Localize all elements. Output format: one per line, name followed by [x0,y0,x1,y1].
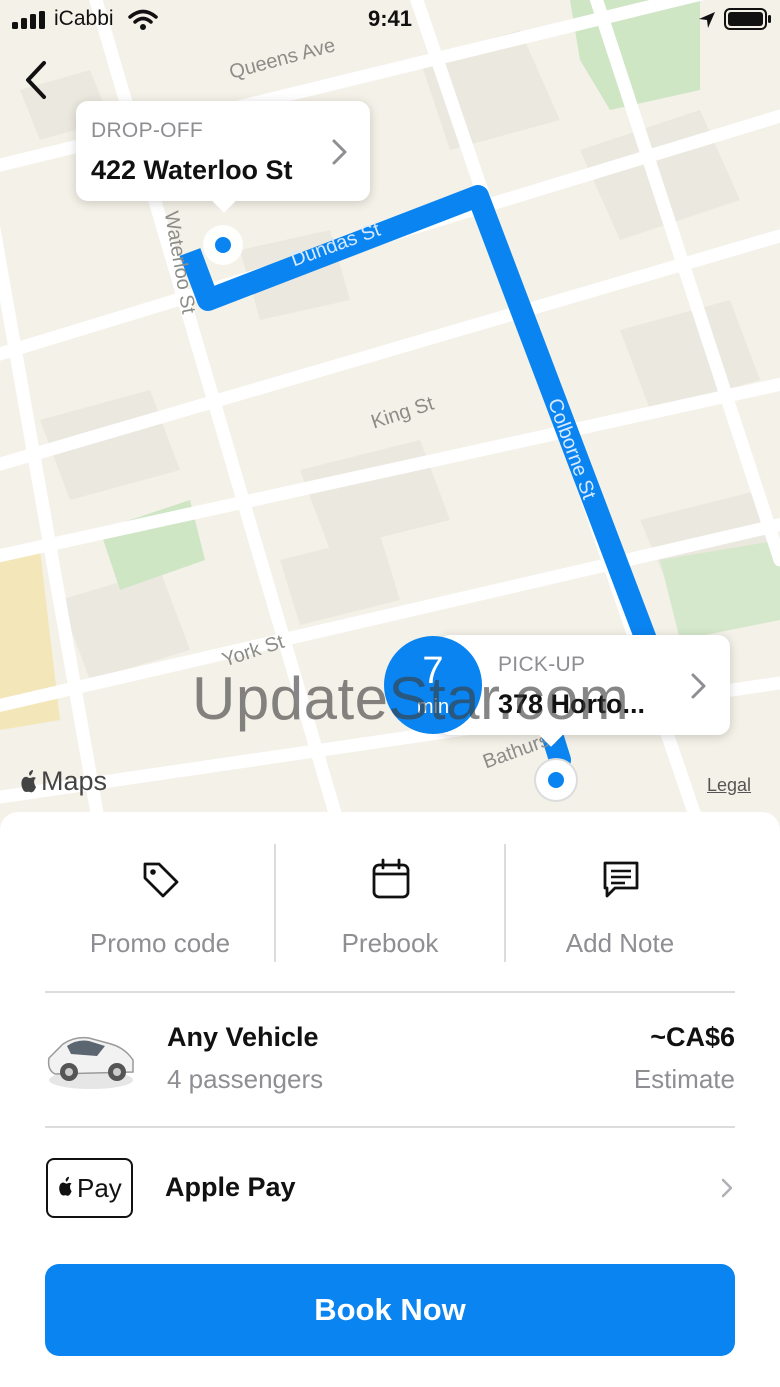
dropoff-title: DROP-OFF [91,119,204,142]
fare-price: ~CA$6 [650,1022,735,1052]
book-now-button[interactable]: Book Now [45,1264,735,1356]
chevron-right-icon [691,673,706,699]
map-view[interactable]: Queens Ave Dundas St King St Colborne St… [0,0,780,830]
car-icon [47,1036,134,1089]
divider [274,844,276,962]
vehicle-name: Any Vehicle [167,1022,319,1052]
dropoff-address: 422 Waterloo St [91,155,293,185]
apple-pay-badge: Pay [46,1158,133,1218]
watermark: UpdateStar.com [192,665,630,732]
payment-method-name: Apple Pay [165,1172,296,1202]
back-button[interactable] [18,58,58,102]
location-arrow-icon [699,12,715,28]
action-bar: Promo code Prebook Add Note [45,842,735,962]
apple-logo-icon [21,770,36,793]
apple-pay-badge-text: Pay [77,1173,122,1203]
vehicle-capacity: 4 passengers [167,1064,324,1094]
payment-method-row[interactable]: Pay Apple Pay [45,1142,735,1237]
promo-code-button[interactable]: Promo code [45,842,275,962]
prebook-button[interactable]: Prebook [275,842,505,962]
maps-brand-label: Maps [41,766,108,796]
divider [504,844,506,962]
add-note-label: Add Note [565,928,675,958]
promo-code-label: Promo code [89,928,231,958]
add-note-button[interactable]: Add Note [505,842,735,962]
chevron-left-icon [26,61,46,99]
prebook-label: Prebook [341,928,439,958]
apple-logo-icon [59,1176,72,1196]
battery-icon [724,8,771,30]
calendar-icon [372,858,410,899]
note-icon [603,861,639,898]
status-bar: iCabbi 9:41 [0,0,780,40]
divider [45,991,735,993]
divider [45,1126,735,1128]
chevron-right-icon [332,139,347,165]
tag-icon [143,862,179,898]
chevron-right-icon [721,1178,733,1198]
legal-link[interactable]: Legal [707,775,751,796]
dropoff-callout[interactable]: DROP-OFF 422 Waterloo St [76,101,370,213]
status-time: 9:41 [367,6,413,31]
fare-estimate-label: Estimate [633,1064,735,1094]
vehicle-option[interactable]: Any Vehicle 4 passengers ~CA$6 Estimate [45,1000,735,1120]
booking-sheet: Promo code Prebook Add Note Any Vehicle … [0,812,780,1387]
